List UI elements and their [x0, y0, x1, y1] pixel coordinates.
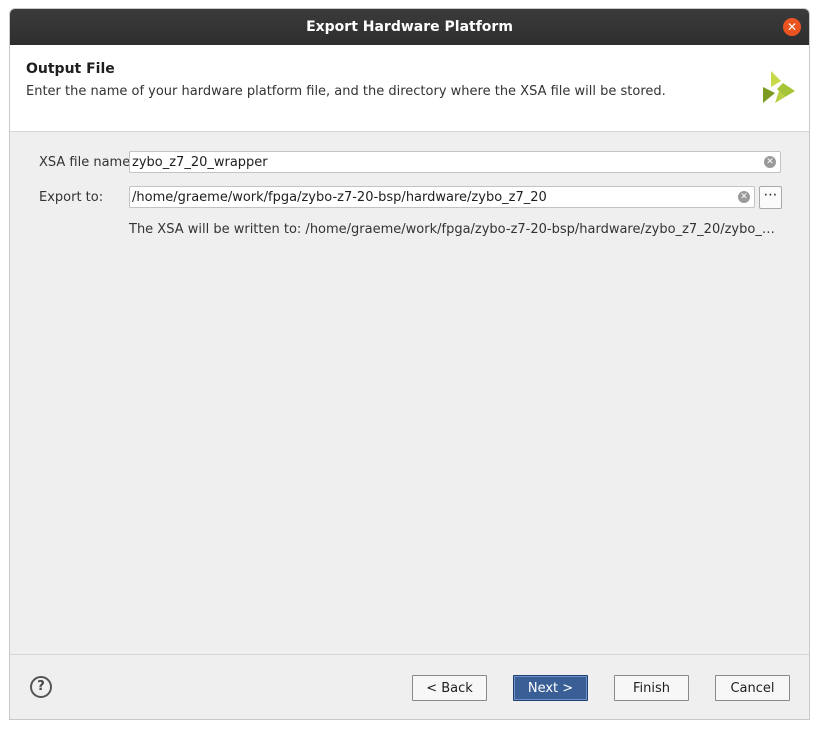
browse-button[interactable]: ⋯: [759, 186, 782, 209]
xsa-output-path-note: The XSA will be written to: /home/graeme…: [129, 222, 781, 237]
footer-divider: [10, 654, 809, 655]
help-icon[interactable]: ?: [30, 676, 52, 698]
wizard-header: Output File Enter the name of your hardw…: [10, 45, 809, 132]
finish-button[interactable]: Finish: [614, 675, 689, 701]
export-to-field[interactable]: ✕: [129, 186, 755, 208]
window-title: Export Hardware Platform: [306, 19, 513, 35]
page-title: Output File: [26, 61, 115, 77]
export-hardware-dialog: Export Hardware Platform ✕ Output File E…: [9, 8, 810, 720]
back-button[interactable]: < Back: [412, 675, 487, 701]
export-to-label: Export to:: [39, 190, 104, 205]
clear-icon[interactable]: ✕: [764, 156, 776, 168]
export-to-input[interactable]: [130, 187, 736, 207]
xsa-file-name-input[interactable]: [130, 152, 762, 172]
page-description: Enter the name of your hardware platform…: [26, 84, 666, 99]
clear-icon[interactable]: ✕: [738, 191, 750, 203]
cancel-button[interactable]: Cancel: [715, 675, 790, 701]
xsa-file-name-field[interactable]: ✕: [129, 151, 781, 173]
title-bar: Export Hardware Platform ✕: [10, 9, 809, 45]
close-icon: ✕: [786, 20, 798, 34]
xsa-file-name-label: XSA file name:: [39, 155, 135, 170]
next-button[interactable]: Next >: [513, 675, 588, 701]
close-button[interactable]: ✕: [783, 18, 801, 36]
xilinx-logo-icon: [763, 71, 795, 103]
